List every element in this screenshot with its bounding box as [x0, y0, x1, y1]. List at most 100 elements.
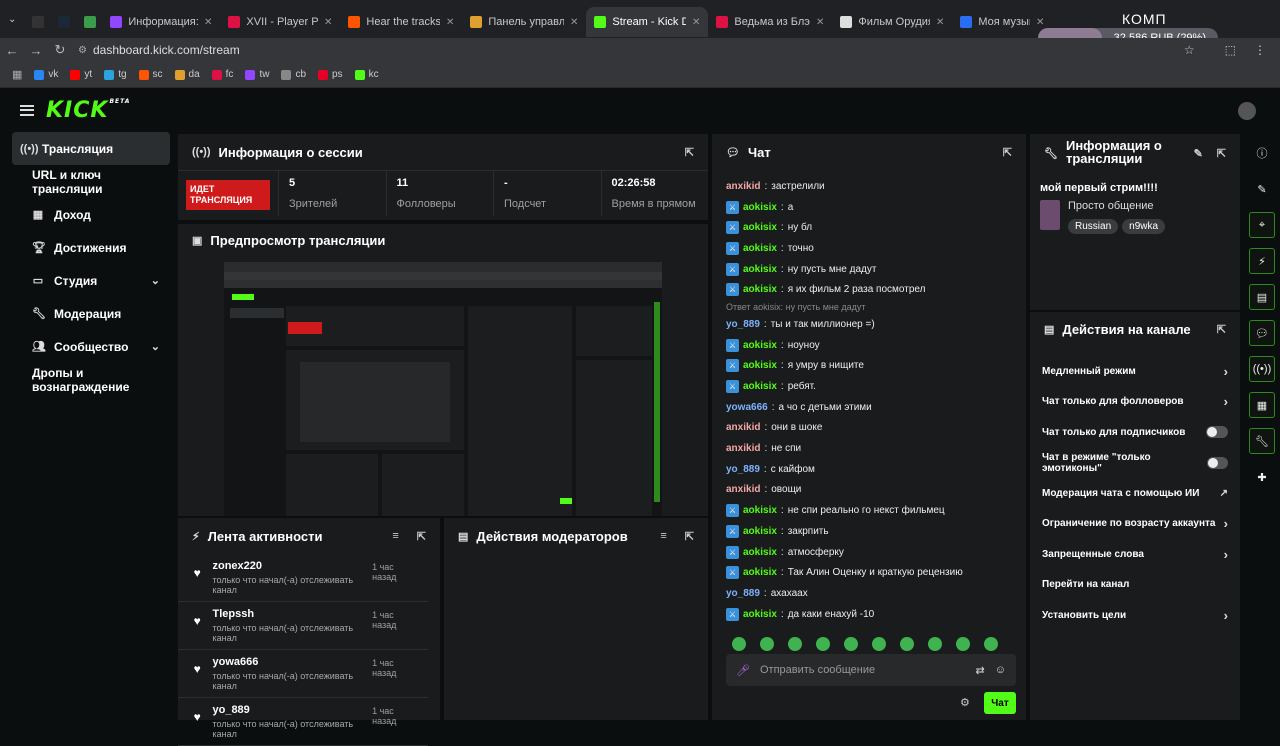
sidebar-item-url-key[interactable]: URL и ключ трансляции	[12, 165, 170, 198]
channel-action-row[interactable]: Перейти на канал	[1030, 570, 1240, 601]
sidebar-item-studio[interactable]: ▭ Студия ⌄	[12, 264, 170, 297]
popout-icon[interactable]: ⇱	[1217, 323, 1226, 336]
site-settings-icon[interactable]: ⚙	[78, 45, 87, 56]
bookmark-item[interactable]: cb	[281, 69, 306, 80]
chat-username[interactable]: yo_889	[726, 319, 760, 330]
close-tab-icon[interactable]: ✕	[816, 17, 824, 28]
chat-username[interactable]: yo_889	[726, 464, 760, 475]
chat-username[interactable]: yowa666	[726, 402, 768, 413]
sidebar-item-stream[interactable]: ((•)) Трансляция	[12, 132, 170, 165]
chat-username[interactable]: anxikid	[726, 422, 760, 433]
chat-input[interactable]: 🎤︎ Отправить сообщение ⇄ ☺	[726, 654, 1016, 686]
stream-tag[interactable]: Russian	[1068, 219, 1119, 234]
mic-icon[interactable]: 🎤︎	[736, 664, 750, 677]
bookmark-item[interactable]: kc	[354, 69, 379, 80]
chat-username[interactable]: aokisix	[743, 284, 777, 295]
emoji-icon[interactable]: ☺	[995, 664, 1006, 676]
bookmark-item[interactable]: tg	[104, 69, 127, 80]
close-tab-icon[interactable]: ✕	[446, 17, 454, 28]
channel-action-row[interactable]: Медленный режим ›	[1030, 356, 1240, 387]
close-tab-icon[interactable]: ✕	[570, 17, 578, 28]
chat-username[interactable]: aokisix	[743, 243, 777, 254]
activity-username[interactable]: Tlepssh	[212, 608, 364, 620]
browser-tab[interactable]: Ведьма из Блэр: Курсо ✕	[708, 7, 832, 37]
chat-username[interactable]: anxikid	[726, 443, 760, 454]
browser-tab[interactable]: Моя музыка ✕	[952, 7, 1052, 37]
document-icon[interactable]: ▤	[1249, 284, 1275, 310]
chat-username[interactable]: aokisix	[743, 264, 777, 275]
forward-icon[interactable]: →	[24, 43, 48, 58]
chat-send-button[interactable]: Чат	[984, 692, 1016, 714]
channel-action-row[interactable]: Чат в режиме "только эмотиконы"	[1030, 448, 1240, 479]
emote-icon[interactable]	[844, 637, 858, 651]
chat-username[interactable]: aokisix	[743, 360, 777, 371]
chat-username[interactable]: aokisix	[743, 547, 777, 558]
browser-tab[interactable]: Stream - Kick Dashboar ✕	[586, 7, 709, 37]
toggle-switch[interactable]	[1206, 456, 1228, 469]
channel-action-row[interactable]: Чат только для подписчиков	[1030, 417, 1240, 448]
emote-icon[interactable]	[928, 637, 942, 651]
chat-username[interactable]: aokisix	[743, 526, 777, 537]
chat-username[interactable]: aokisix	[743, 222, 777, 233]
bookmark-item[interactable]: fc	[211, 69, 233, 80]
edit-icon[interactable]: ✎	[1194, 147, 1203, 160]
sidebar-item-achievements[interactable]: 🏆︎ Достижения	[12, 231, 170, 264]
emote-icon[interactable]	[900, 637, 914, 651]
channel-action-row[interactable]: Чат только для фолловеров ›	[1030, 387, 1240, 418]
browser-tab[interactable]	[24, 7, 50, 37]
sidebar-item-drops[interactable]: Дропы и вознаграждение	[12, 363, 170, 396]
chat-username[interactable]: aokisix	[743, 202, 777, 213]
bookmark-item[interactable]: sc	[138, 69, 163, 80]
mod-actions-icon[interactable]: ▦	[1249, 392, 1275, 418]
emote-icon[interactable]	[956, 637, 970, 651]
chat-username[interactable]: anxikid	[726, 484, 760, 495]
sidebar-item-moderation[interactable]: 🔧︎ Модерация	[12, 297, 170, 330]
chat-username[interactable]: aokisix	[743, 505, 777, 516]
menu-icon[interactable]: ⋮	[1254, 43, 1266, 57]
add-widget-icon[interactable]: ✚	[1249, 464, 1275, 490]
bookmark-item[interactable]: ps	[318, 69, 343, 80]
activity-username[interactable]: zonex220	[212, 560, 364, 572]
popout-icon[interactable]: ⇱	[1003, 146, 1012, 159]
stream-preview-video[interactable]	[224, 262, 662, 516]
pencil-icon[interactable]: ✎	[1249, 176, 1275, 202]
popout-icon[interactable]: ⇱	[685, 530, 694, 543]
bookmark-item[interactable]: da	[174, 69, 200, 80]
wrench-icon[interactable]: 🔧︎	[1249, 428, 1275, 454]
chat-settings-icon[interactable]: ⚙	[960, 696, 970, 709]
close-tab-icon[interactable]: ✕	[692, 17, 700, 28]
sidebar-item-community[interactable]: 👥︎ Сообщество ⌄	[12, 330, 170, 363]
chat-username[interactable]: yo_889	[726, 588, 760, 599]
stream-tag[interactable]: n9wka	[1122, 219, 1166, 234]
translate-icon[interactable]: ⇄	[976, 664, 985, 677]
extensions-icon[interactable]: ⬚	[1225, 43, 1236, 57]
emote-icon[interactable]	[732, 637, 746, 651]
browser-tab[interactable]	[76, 7, 102, 37]
chat-icon[interactable]: 💬︎	[1249, 320, 1275, 346]
broadcast-icon[interactable]: ((•))	[1249, 356, 1275, 382]
popout-icon[interactable]: ⇱	[417, 530, 426, 543]
close-tab-icon[interactable]: ✕	[1036, 17, 1044, 28]
channel-action-row[interactable]: Запрещенные слова ›	[1030, 539, 1240, 570]
target-icon[interactable]: ⌖	[1249, 212, 1275, 238]
browser-tab[interactable]: XVII - Player Profile - FA ✕	[220, 7, 340, 37]
close-tab-icon[interactable]: ✕	[204, 17, 212, 28]
url-field[interactable]: ⚙ dashboard.kick.com/stream	[78, 39, 240, 61]
filter-icon[interactable]: ≡	[392, 530, 398, 542]
bookmark-item[interactable]: yt	[70, 69, 92, 80]
chat-username[interactable]: aokisix	[743, 609, 777, 620]
emote-icon[interactable]	[816, 637, 830, 651]
filter-icon[interactable]: ≡	[660, 530, 666, 542]
browser-tab[interactable]: Информация: anorexia ✕	[102, 7, 220, 37]
browser-tab[interactable]: Hear the tracks you've l ✕	[340, 7, 462, 37]
emote-icon[interactable]	[760, 637, 774, 651]
browser-tab[interactable]: Фильм Орудия (2025) ✕	[832, 7, 952, 37]
chevron-down-icon[interactable]: ⌄	[151, 340, 160, 353]
apps-icon[interactable]: ▦	[12, 68, 22, 81]
avatar[interactable]	[1238, 102, 1256, 120]
chat-username[interactable]: aokisix	[743, 381, 777, 392]
browser-tab[interactable]: Панель управления - ✕	[462, 7, 586, 37]
close-tab-icon[interactable]: ✕	[324, 17, 332, 28]
sidebar-item-revenue[interactable]: ▦ Доход	[12, 198, 170, 231]
emote-icon[interactable]	[872, 637, 886, 651]
